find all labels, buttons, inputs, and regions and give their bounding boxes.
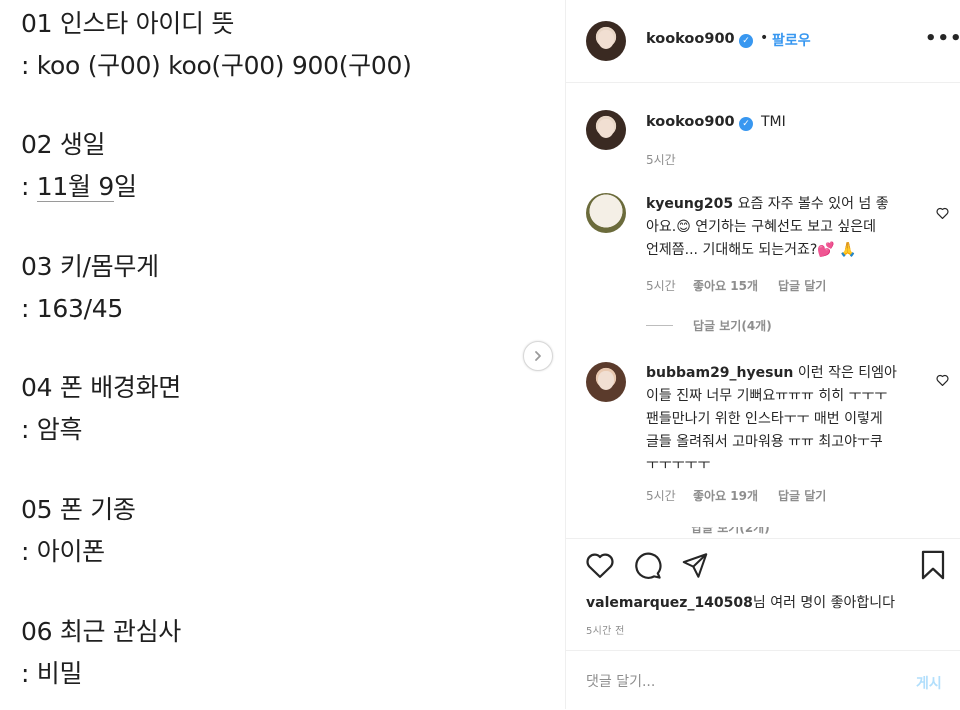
- question-text: 05 폰 기종: [21, 495, 136, 524]
- post-image[interactable]: 01 인스타 아이디 뜻 : koo (구00) koo(구00) 900(구0…: [0, 0, 565, 709]
- comment-icon[interactable]: [633, 551, 662, 580]
- comment-text-line: 이런 작은 티엠아: [797, 365, 897, 381]
- reply-divider: [646, 325, 673, 326]
- comment-time[interactable]: 5시간: [646, 277, 676, 294]
- next-image-button[interactable]: [523, 341, 553, 371]
- question-text: 03 키/몸무게: [21, 252, 159, 281]
- comment-text-line: 이들 진짜 너무 기뻐요ㅠㅠㅠ 히히 ㅜㅜㅜ: [646, 388, 888, 404]
- post-side-panel: kookoo900 ✓ • 팔로우 ••• kookoo900 ✓ TMI 5시…: [565, 0, 960, 710]
- action-bar: valemarquez_140508님 여러 명이 좋아합니다 5시간 전: [566, 538, 960, 651]
- comment-username[interactable]: kyeung205: [646, 196, 733, 212]
- view-replies-button[interactable]: 답글 보기(4개): [693, 317, 772, 334]
- comment-form: 게시: [566, 650, 960, 710]
- comment: kyeung205 요즘 자주 볼수 있어 넘 좋 아요.😊 연기하는 구혜선도…: [646, 193, 916, 262]
- comment-username[interactable]: bubbam29_hyesun: [646, 365, 793, 381]
- view-replies-button[interactable]: 답글 보기(2개): [691, 527, 770, 536]
- question-text: 04 폰 배경화면: [21, 373, 182, 402]
- separator-dot: •: [760, 30, 769, 46]
- caption-username[interactable]: kookoo900: [646, 114, 735, 130]
- chevron-right-icon: [535, 351, 541, 361]
- comment-text-line: 요즘 자주 볼수 있어 넘 좋: [737, 196, 889, 212]
- caption-text: TMI: [761, 114, 786, 130]
- like-comment-heart-icon[interactable]: [936, 374, 949, 386]
- bookmark-icon[interactable]: [920, 550, 946, 580]
- more-options-button[interactable]: •••: [925, 28, 960, 49]
- question-text: 01 인스타 아이디 뜻: [21, 9, 235, 38]
- answer-text: : 비밀: [21, 659, 83, 688]
- caption-avatar[interactable]: [586, 110, 626, 150]
- avatar[interactable]: [586, 21, 626, 61]
- reply-button[interactable]: 답글 달기: [778, 277, 826, 294]
- share-icon[interactable]: [681, 552, 709, 579]
- answer-text: : 163/45: [21, 294, 123, 323]
- follow-button[interactable]: 팔로우: [772, 30, 811, 50]
- header-username[interactable]: kookoo900: [646, 31, 735, 47]
- comment-input[interactable]: [586, 671, 886, 693]
- answer-text: : 암흑: [21, 415, 83, 444]
- answer-prefix: :: [21, 172, 37, 201]
- comment: bubbam29_hyesun 이런 작은 티엠아 이들 진짜 너무 기뻐요ㅠㅠ…: [646, 362, 916, 477]
- heart-icon[interactable]: [585, 551, 615, 579]
- answer-suffix: 일: [113, 172, 137, 201]
- comment-avatar[interactable]: [586, 362, 626, 402]
- posted-time[interactable]: 5시간 전: [586, 622, 625, 637]
- comment-text-line: 글들 올려줘서 고마워용 ㅠㅠ 최고야ㅜ쿠: [646, 434, 883, 450]
- post-comment-button[interactable]: 게시: [916, 673, 942, 693]
- comment-text-line: ㅜㅜㅜㅜㅜ: [646, 457, 711, 473]
- comment-likes[interactable]: 좋아요 15개: [693, 277, 758, 294]
- question-text: 06 최근 관심사: [21, 617, 182, 646]
- comment-text-line: 언제쯤... 기대해도 되는거죠?💕 🙏: [646, 242, 857, 258]
- answer-underlined: 11월 9: [36, 172, 114, 202]
- answer-text: : 11월 9일: [21, 171, 137, 203]
- answer-text: : koo (구00) koo(구00) 900(구00): [21, 51, 412, 80]
- comment-avatar[interactable]: [586, 193, 626, 233]
- verified-icon: ✓: [739, 34, 753, 48]
- scroll-clipped-row: 답글 보기(2개): [566, 527, 960, 537]
- likes-username[interactable]: valemarquez_140508: [586, 595, 753, 611]
- likes-text: 님 여러 명이 좋아합니다: [752, 595, 896, 611]
- comment-text-line: 아요.😊 연기하는 구혜선도 보고 싶은데: [646, 219, 877, 235]
- likes-summary[interactable]: valemarquez_140508님 여러 명이 좋아합니다: [586, 592, 895, 612]
- post-header: kookoo900 ✓ • 팔로우 •••: [566, 0, 960, 83]
- comment-time[interactable]: 5시간: [646, 487, 676, 504]
- answer-text: : 아이폰: [21, 537, 105, 566]
- reply-button[interactable]: 답글 달기: [778, 487, 826, 504]
- comment-likes[interactable]: 좋아요 19개: [693, 487, 758, 504]
- question-text: 02 생일: [21, 130, 106, 159]
- comment-text-line: 팬들만나기 위한 인스타ㅜㅜ 매번 이렇게: [646, 411, 883, 427]
- like-comment-heart-icon[interactable]: [936, 207, 949, 219]
- verified-icon: ✓: [739, 117, 753, 131]
- caption-time[interactable]: 5시간: [646, 151, 676, 168]
